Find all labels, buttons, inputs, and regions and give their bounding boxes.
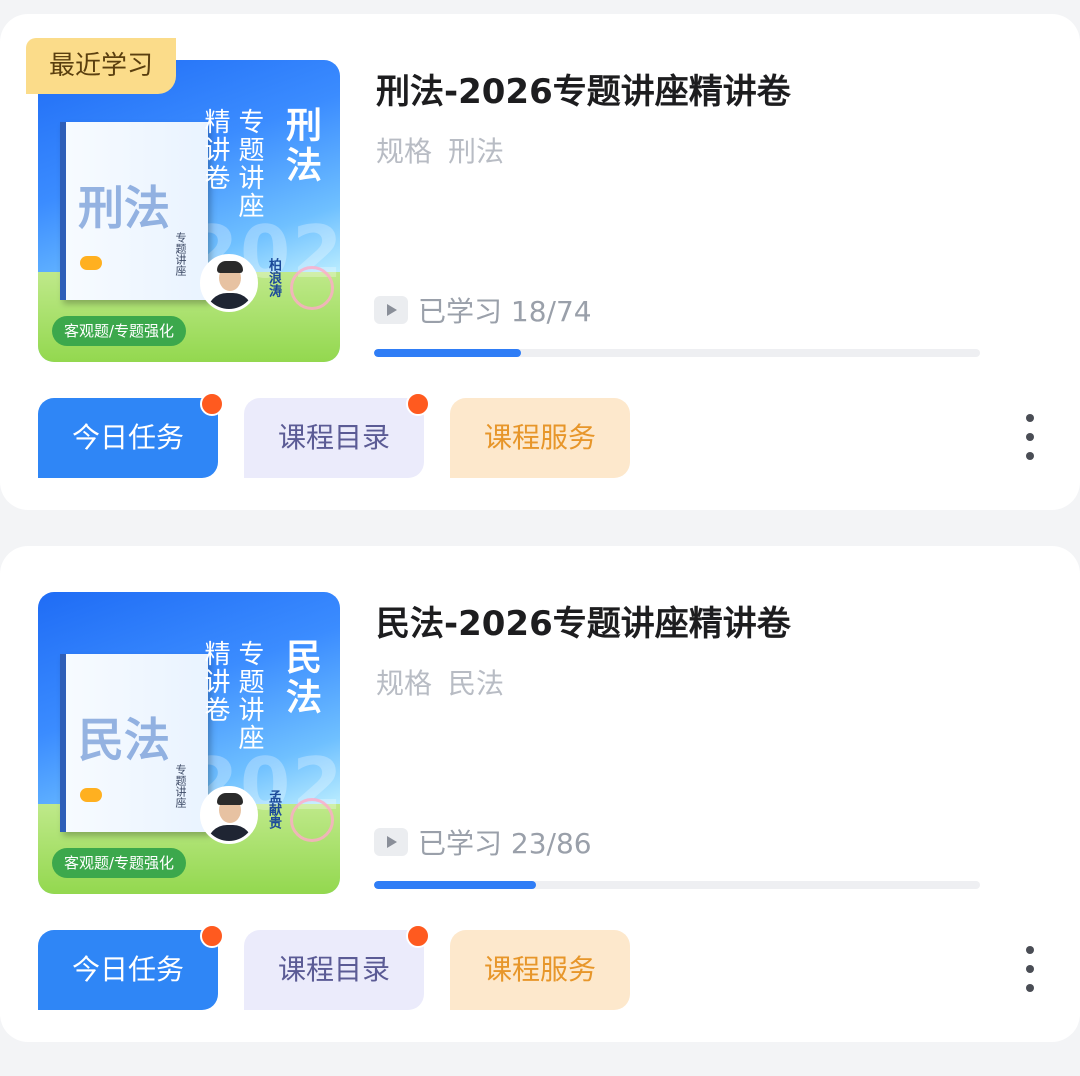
cover-subtitle: 专题讲座精讲卷 (200, 640, 264, 752)
progress-bar (374, 349, 980, 357)
cover-ribbon (290, 266, 334, 310)
course-spec: 规格 刑法 (376, 130, 504, 170)
cover-book: 民法 专题讲座 (60, 654, 208, 832)
teacher-avatar (200, 254, 258, 312)
cover-title: 刑法 (280, 106, 321, 186)
course-catalog-button[interactable]: 课程目录 (244, 924, 430, 1010)
cover-book: 刑法 专题讲座 (60, 122, 208, 300)
progress-text: 已学习 18/74 (418, 295, 592, 328)
cover-title: 民法 (280, 638, 321, 718)
spec-label: 规格 (376, 667, 433, 700)
progress-text: 已学习 23/86 (418, 827, 592, 860)
progress-row: 已学习 23/86 (374, 822, 592, 862)
spec-label: 规格 (376, 135, 433, 168)
spec-value: 民法 (448, 667, 505, 700)
cover-book-tag (80, 788, 102, 802)
course-card[interactable]: 2026 刑法 专题讲座 刑法 专题讲座精讲卷 柏浪涛 客观题/专题强化 最近学… (0, 14, 1080, 510)
more-dot (1026, 946, 1034, 954)
more-dot (1026, 984, 1034, 992)
today-task-button[interactable]: 今日任务 (38, 924, 224, 1010)
course-spec: 规格 民法 (376, 662, 504, 702)
more-dot (1026, 433, 1034, 441)
spec-value: 刑法 (448, 135, 505, 168)
notification-dot (406, 924, 430, 948)
course-card[interactable]: 2026 民法 专题讲座 民法 专题讲座精讲卷 孟献贵 客观题/专题强化 民法-… (0, 546, 1080, 1042)
cover-subtitle: 专题讲座精讲卷 (200, 108, 264, 220)
more-dot (1026, 414, 1034, 422)
course-catalog-button[interactable]: 课程目录 (244, 392, 430, 478)
progress-bar-fill (374, 881, 536, 889)
cover-feature-pill: 客观题/专题强化 (52, 848, 187, 878)
more-vertical-icon[interactable] (1018, 414, 1042, 464)
today-task-button[interactable]: 今日任务 (38, 392, 224, 478)
avatar-hair (217, 793, 243, 805)
notification-dot (200, 392, 224, 416)
play-icon (374, 296, 408, 324)
teacher-name: 孟献贵 (266, 790, 281, 829)
teacher-name: 柏浪涛 (266, 258, 281, 297)
course-cover-image[interactable]: 2026 民法 专题讲座 民法 专题讲座精讲卷 孟献贵 客观题/专题强化 (38, 592, 340, 894)
play-icon (374, 828, 408, 856)
course-service-label: 课程服务 (483, 953, 596, 986)
course-title[interactable]: 刑法-2026专题讲座精讲卷 (376, 64, 791, 113)
progress-bar-fill (374, 349, 522, 357)
course-service-button[interactable]: 课程服务 (450, 398, 630, 478)
course-catalog-label: 课程目录 (277, 953, 390, 986)
more-dot (1026, 452, 1034, 460)
today-task-label: 今日任务 (71, 953, 184, 986)
course-cover-image[interactable]: 2026 刑法 专题讲座 刑法 专题讲座精讲卷 柏浪涛 客观题/专题强化 (38, 60, 340, 362)
course-service-label: 课程服务 (483, 421, 596, 454)
notification-dot (200, 924, 224, 948)
cover-ribbon (290, 798, 334, 842)
cover-book-title: 刑法 (78, 181, 170, 235)
cover-feature-pill: 客观题/专题强化 (52, 316, 187, 346)
course-title[interactable]: 民法-2026专题讲座精讲卷 (376, 596, 791, 645)
more-dot (1026, 965, 1034, 973)
notification-dot (406, 392, 430, 416)
cover-book-tag (80, 256, 102, 270)
teacher-avatar (200, 786, 258, 844)
today-task-label: 今日任务 (71, 421, 184, 454)
course-service-button[interactable]: 课程服务 (450, 930, 630, 1010)
avatar-hair (217, 261, 243, 273)
course-catalog-label: 课程目录 (277, 421, 390, 454)
cover-book-subtitle: 专题讲座 (174, 232, 187, 276)
recent-study-badge: 最近学习 (26, 38, 176, 94)
cover-book-title: 民法 (78, 713, 170, 767)
cover-book-subtitle: 专题讲座 (174, 764, 187, 808)
progress-bar (374, 881, 980, 889)
progress-row: 已学习 18/74 (374, 290, 592, 330)
more-vertical-icon[interactable] (1018, 946, 1042, 996)
